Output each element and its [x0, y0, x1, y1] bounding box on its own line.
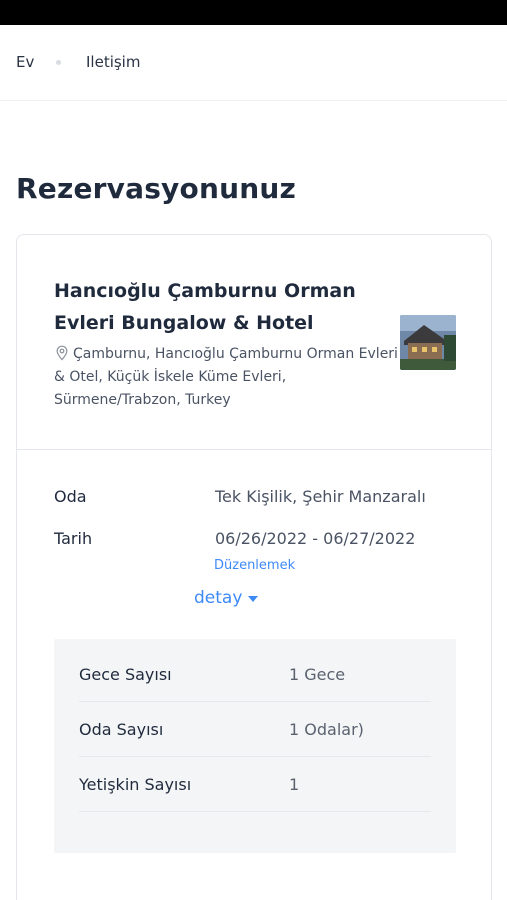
rooms-value: 1 Odalar) [289, 720, 364, 739]
detail-toggle-label: detay [194, 588, 243, 608]
breadcrumb-contact-link[interactable]: Iletişim [86, 53, 140, 71]
hotel-thumbnail-image [400, 315, 456, 370]
hotel-name-line2: Evleri Bungalow & Hotel [54, 312, 314, 334]
detail-panel: Gece Sayısı 1 Gece Oda Sayısı 1 Odalar) … [54, 639, 456, 853]
detail-row-rooms: Oda Sayısı 1 Odalar) [79, 702, 431, 757]
detail-toggle-button[interactable]: detay [194, 588, 259, 608]
room-value: Tek Kişilik, Şehir Manzaralı [215, 487, 426, 506]
hotel-address: Çamburnu, Hancıoğlu Çamburnu Orman Evler… [54, 343, 404, 412]
adults-label: Yetişkin Sayısı [79, 775, 192, 794]
hotel-name-line1: Hancıoğlu Çamburnu Orman [54, 280, 356, 302]
nights-value: 1 Gece [289, 665, 346, 684]
hotel-address-text: Çamburnu, Hancıoğlu Çamburnu Orman Evler… [54, 346, 398, 408]
hotel-thumbnail[interactable] [400, 315, 456, 370]
status-bar [0, 0, 507, 25]
rooms-label: Oda Sayısı [79, 720, 164, 739]
adults-value: 1 [289, 775, 300, 794]
page-title: Rezervasyonunuz [16, 172, 296, 205]
edit-dates-link[interactable]: Düzenlemek [214, 558, 295, 573]
date-label: Tarih [54, 529, 93, 548]
nights-label: Gece Sayısı [79, 665, 172, 684]
date-value: 06/26/2022 - 06/27/2022 [215, 529, 416, 548]
location-pin-icon [56, 345, 68, 361]
reservation-card: Hancıoğlu Çamburnu Orman Evleri Bungalow… [16, 234, 492, 900]
detail-row-nights: Gece Sayısı 1 Gece [79, 647, 431, 702]
breadcrumb: Ev Iletişim [0, 25, 507, 101]
caret-down-icon [248, 596, 259, 602]
card-divider [17, 449, 491, 450]
breadcrumb-home-link[interactable]: Ev [16, 53, 34, 71]
hotel-name: Hancıoğlu Çamburnu Orman Evleri Bungalow… [54, 275, 384, 339]
room-label: Oda [54, 487, 87, 506]
detail-row-adults: Yetişkin Sayısı 1 [79, 757, 431, 812]
breadcrumb-separator [56, 60, 61, 65]
